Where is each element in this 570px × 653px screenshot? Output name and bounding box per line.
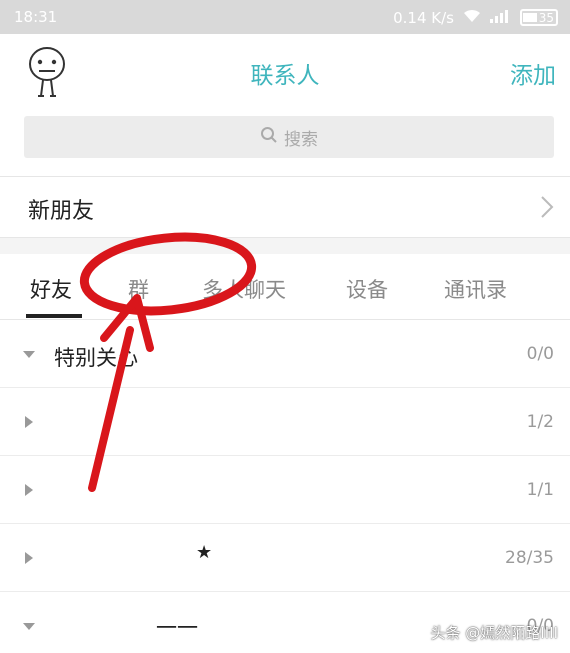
active-tab-indicator: [26, 314, 82, 318]
tab-devices[interactable]: 设备: [346, 274, 388, 304]
page-title: 联系人: [250, 63, 320, 89]
expanded-triangle-icon: [22, 346, 36, 365]
group-row[interactable]: 1/2: [0, 390, 570, 456]
tab-multi-chat[interactable]: 多人聊天: [202, 274, 286, 304]
search-icon: [260, 126, 278, 149]
section-divider: [0, 238, 570, 254]
chevron-right-icon: [540, 195, 554, 223]
collapsed-triangle-icon: [22, 482, 36, 501]
group-count: 1/1: [526, 480, 554, 500]
group-count: 1/2: [526, 412, 554, 432]
group-row[interactable]: 1/1: [0, 458, 570, 524]
add-button[interactable]: 添加: [510, 56, 556, 90]
watermark: 头条 @嫣然陌路IIII: [430, 624, 558, 642]
status-bar: 18:31 0.14 K/s 35: [0, 0, 570, 34]
status-time: 18:31: [14, 8, 58, 26]
battery-level: 35: [538, 10, 554, 25]
tab-friends[interactable]: 好友: [30, 274, 72, 304]
group-name: ★: [196, 542, 213, 563]
group-row[interactable]: ★ 28/35: [0, 526, 570, 592]
search-input[interactable]: 搜索: [24, 116, 554, 158]
battery-icon: 35: [520, 9, 558, 26]
status-icons: 0.14 K/s 35: [393, 8, 558, 27]
tab-bar: 好友 群 多人聊天 设备 通讯录: [0, 254, 570, 320]
signal-icon: [490, 8, 512, 27]
group-name: 特别关心: [54, 346, 138, 370]
network-speed: 0.14 K/s: [393, 8, 454, 27]
group-row[interactable]: 特别关心 0/0: [0, 322, 570, 388]
collapsed-triangle-icon: [22, 414, 36, 433]
expanded-triangle-icon: [22, 618, 36, 637]
group-count: 28/35: [505, 548, 554, 568]
new-friends-label: 新朋友: [28, 199, 95, 224]
search-placeholder: 搜索: [284, 129, 318, 150]
group-name: 一一: [156, 616, 198, 640]
group-count: 0/0: [526, 344, 554, 364]
wifi-icon: [462, 8, 482, 27]
tab-address-book[interactable]: 通讯录: [444, 274, 507, 304]
tab-groups[interactable]: 群: [128, 274, 149, 304]
collapsed-triangle-icon: [22, 550, 36, 569]
header: 联系人 添加: [0, 34, 570, 108]
new-friends-row[interactable]: 新朋友: [0, 176, 570, 238]
